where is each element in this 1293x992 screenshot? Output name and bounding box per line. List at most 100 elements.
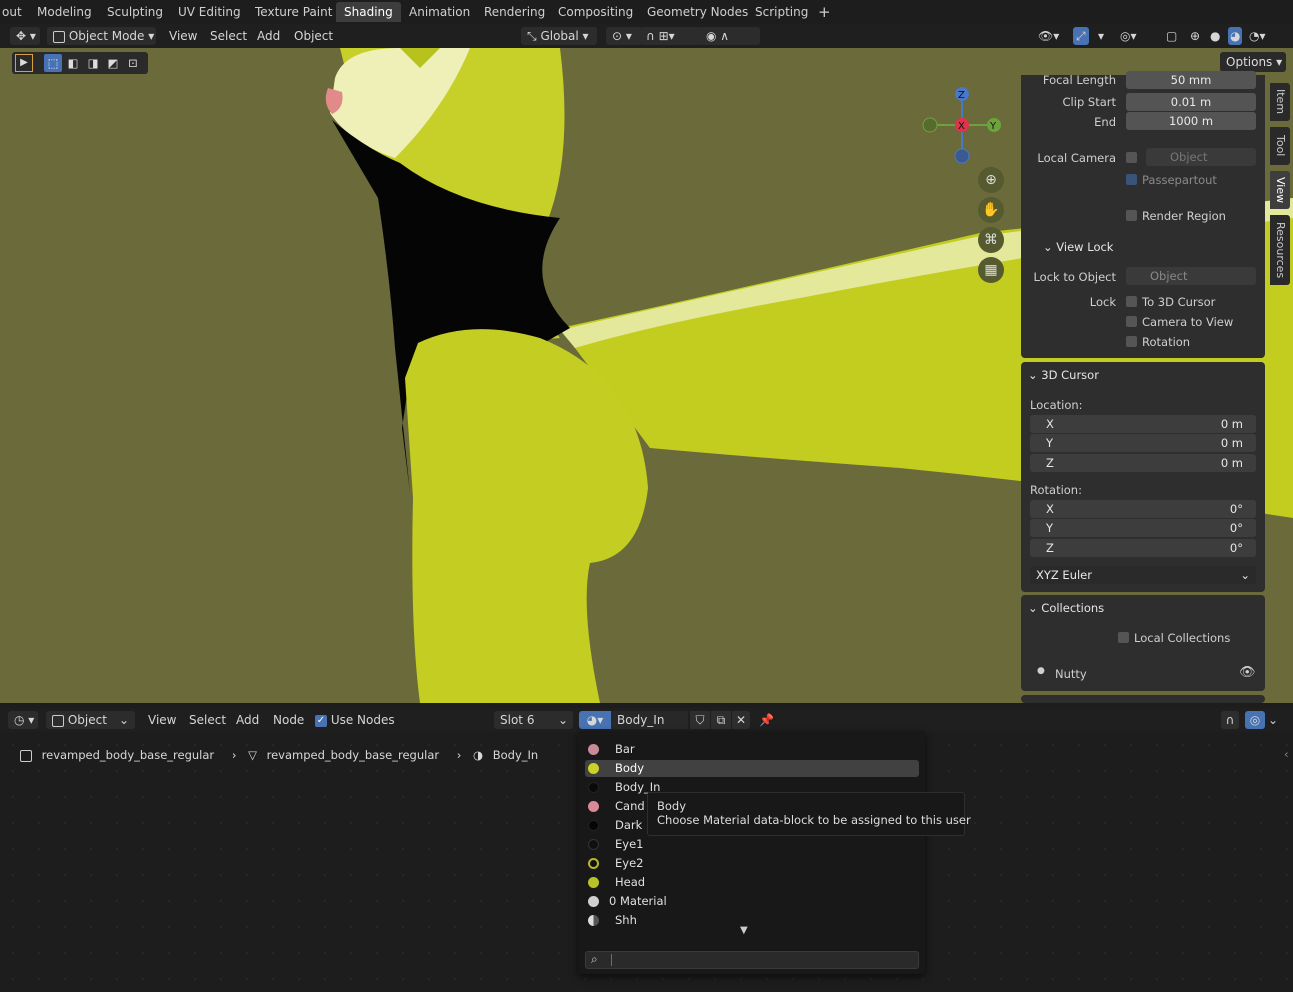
node-editor-type-dropdown[interactable]: ◷ ▾ (8, 711, 38, 729)
fake-user-button[interactable]: ⛉ (690, 711, 710, 729)
node-menu-node[interactable]: Node (273, 711, 304, 729)
focal-length-field[interactable]: 50 mm (1126, 71, 1256, 89)
select-new-mode[interactable]: ⬚ (44, 54, 62, 72)
cursor-rotation-z[interactable]: Z 0° (1030, 539, 1256, 557)
node-overlay-toggle[interactable]: ◎ (1245, 711, 1265, 729)
local-camera-checkbox[interactable] (1126, 152, 1137, 163)
camera-view-button[interactable]: ⌘ (978, 227, 1004, 253)
navigation-gizmo[interactable]: Z Y X (922, 86, 1004, 166)
shading-material-preview[interactable]: ◕ (1228, 27, 1243, 45)
material-slot-dropdown[interactable]: Slot 6 ⌄ (494, 711, 573, 729)
xray-toggle[interactable]: ▢ (1166, 27, 1177, 45)
workspace-tab-sculpting[interactable]: Sculpting (99, 2, 171, 22)
visibility-dropdown[interactable]: 👁▾ (1038, 27, 1059, 45)
sidebar-tab-tool[interactable]: Tool (1270, 127, 1290, 165)
select-subtract-mode[interactable]: ◨ (84, 54, 102, 72)
pan-button[interactable]: ✋ (978, 197, 1004, 223)
camera-to-view-checkbox[interactable] (1126, 316, 1137, 327)
workspace-tab-compositing[interactable]: Compositing (550, 2, 641, 22)
cursor-rotation-x[interactable]: X 0° (1030, 500, 1256, 518)
viewport-menu-add[interactable]: Add (257, 27, 280, 45)
material-item-shh[interactable]: Shh (585, 912, 919, 929)
proportional-editing-toggle[interactable]: ◉ ∧ (700, 27, 760, 45)
lock-rotation-checkbox[interactable] (1126, 336, 1137, 347)
ortho-toggle-button[interactable]: ▦ (978, 257, 1004, 283)
cursor-location-z[interactable]: Z0 m (1030, 454, 1256, 472)
viewport-menu-view[interactable]: View (169, 27, 197, 45)
add-workspace-button[interactable]: + (810, 2, 839, 22)
passepartout-checkbox[interactable] (1126, 174, 1137, 185)
scroll-down-arrow-icon[interactable]: ▼ (740, 925, 748, 936)
rotation-mode-dropdown[interactable]: XYZ Euler ⌄ (1030, 566, 1256, 584)
shading-rendered[interactable]: ◔▾ (1249, 27, 1266, 45)
node-menu-select[interactable]: Select (189, 711, 226, 729)
view-lock-header[interactable]: ⌄ View Lock (1043, 240, 1113, 254)
node-overlay-dropdown[interactable]: ⌄ (1268, 711, 1278, 729)
material-item-body[interactable]: Body (585, 760, 919, 777)
pivot-point-dropdown[interactable]: ⊙ ▾ (606, 27, 642, 45)
viewport-menu-select[interactable]: Select (210, 27, 247, 45)
node-menu-add[interactable]: Add (236, 711, 259, 729)
collection-visibility-eye-icon[interactable]: 👁 (1239, 665, 1256, 680)
select-invert-mode[interactable]: ◩ (104, 54, 122, 72)
options-dropdown[interactable]: Options ▾ (1220, 52, 1286, 72)
viewport-menu-object[interactable]: Object (294, 27, 333, 45)
3d-cursor-header[interactable]: ⌄ 3D Cursor (1028, 368, 1099, 382)
sidebar-tab-view[interactable]: View (1270, 171, 1290, 209)
workspace-tab-animation[interactable]: Animation (401, 2, 478, 22)
material-name-field[interactable]: Body_In (611, 711, 688, 729)
workspace-tab-scripting[interactable]: Scripting (747, 2, 816, 22)
workspace-tab-geometry-nodes[interactable]: Geometry Nodes (639, 2, 756, 22)
sidebar-tab-item[interactable]: Item (1270, 83, 1290, 121)
cursor-location-x[interactable]: X0 m (1030, 415, 1256, 433)
select-extend-mode[interactable]: ◧ (64, 54, 82, 72)
pin-button[interactable]: 📌 (759, 711, 774, 729)
workspace-tab-modeling[interactable]: Modeling (29, 2, 100, 22)
mode-dropdown[interactable]: Object Mode ▾ (47, 27, 156, 45)
material-search-input[interactable]: ⌕ (585, 951, 919, 969)
node-menu-view[interactable]: View (148, 711, 176, 729)
select-tool-button[interactable]: ▶ (15, 54, 33, 72)
cursor-location-y[interactable]: Y0 m (1030, 434, 1256, 452)
render-region-checkbox[interactable] (1126, 210, 1137, 221)
material-item-head[interactable]: Head (585, 874, 919, 891)
workspace-tab-uv-editing[interactable]: UV Editing (170, 2, 249, 22)
collections-header[interactable]: ⌄ Collections (1028, 601, 1104, 615)
new-material-button[interactable]: ⧉ (711, 711, 731, 729)
cursor-rotation-y[interactable]: Y 0° (1030, 519, 1256, 537)
clip-end-field[interactable]: 1000 m (1126, 112, 1256, 130)
snap-toggle[interactable]: ∩ ⊞▾ (640, 27, 702, 45)
clip-start-field[interactable]: 0.01 m (1126, 93, 1256, 111)
editor-type-dropdown[interactable]: ✥ ▾ (10, 27, 40, 45)
unlink-material-button[interactable]: ✕ (732, 711, 750, 729)
use-nodes-toggle[interactable]: ✓ Use Nodes (315, 711, 395, 729)
material-item-0-material[interactable]: 0 Material (585, 893, 919, 910)
zoom-button[interactable]: ⊕ (978, 167, 1004, 193)
lock-to-object-field[interactable]: Object (1126, 267, 1256, 285)
collection-name[interactable]: Nutty (1055, 667, 1087, 681)
browse-material-button[interactable]: ◕▾ (579, 711, 611, 729)
workspace-tab-shading[interactable]: Shading (336, 2, 401, 22)
gizmo-dropdown[interactable]: ▾ (1098, 27, 1104, 45)
sidebar-expand-arrow-icon[interactable]: ‹ (1284, 747, 1289, 761)
workspace-tab-rendering[interactable]: Rendering (476, 2, 553, 22)
local-collections-checkbox[interactable] (1118, 632, 1129, 643)
workspace-tab-texture-paint[interactable]: Texture Paint (247, 2, 340, 22)
gizmo-neg-z-axis[interactable] (954, 148, 970, 164)
shading-wireframe[interactable]: ⊕ (1190, 27, 1200, 45)
select-intersect-mode[interactable]: ⊡ (124, 54, 142, 72)
gizmo-toggle[interactable]: ⤢ (1073, 27, 1089, 45)
workspace-tab-layout[interactable]: out (0, 2, 30, 22)
sidebar-tab-resources[interactable]: Resources (1270, 215, 1290, 285)
shading-solid[interactable]: ● (1210, 27, 1220, 45)
transform-orientation-dropdown[interactable]: ⤡ Global ▾ (521, 27, 597, 45)
material-item-bar[interactable]: Bar (585, 741, 919, 758)
to-3d-cursor-checkbox[interactable] (1126, 296, 1137, 307)
overlay-toggle[interactable]: ◎▾ (1120, 27, 1137, 45)
gizmo-neg-y-axis[interactable] (922, 117, 938, 133)
material-item-eye2[interactable]: Eye2 (585, 855, 919, 872)
material-item-eye1[interactable]: Eye1 (585, 836, 919, 853)
node-snap-toggle[interactable]: ∩ (1221, 711, 1239, 729)
shader-type-dropdown[interactable]: Object ⌄ (46, 711, 135, 729)
local-camera-object-field[interactable]: Object (1146, 148, 1256, 166)
